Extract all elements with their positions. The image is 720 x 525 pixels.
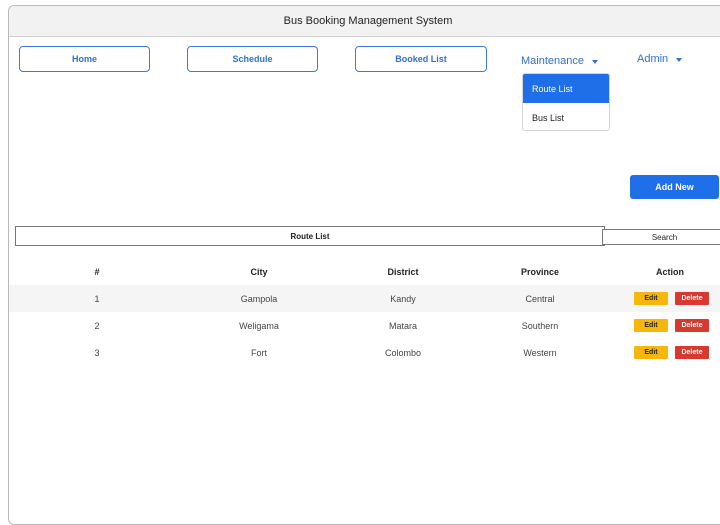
admin-menu[interactable]: Admin: [637, 53, 683, 65]
booked-list-button[interactable]: Booked List: [355, 46, 487, 72]
search-input[interactable]: Search: [602, 229, 720, 245]
row-city: Fort: [250, 347, 267, 358]
home-button[interactable]: Home: [19, 46, 150, 72]
delete-button[interactable]: Delete: [675, 292, 709, 305]
maintenance-dropdown: Route List Bus List: [522, 73, 610, 131]
table-header: # City District Province Action: [9, 260, 720, 284]
column-header-action: Action: [656, 267, 684, 277]
table-row: 3 Fort Colombo Western Edit Delete: [9, 339, 720, 366]
menu-item-bus-list[interactable]: Bus List: [523, 103, 609, 130]
window-title: Bus Booking Management System: [9, 6, 720, 37]
delete-button[interactable]: Delete: [675, 346, 709, 359]
edit-button[interactable]: Edit: [634, 292, 668, 305]
table-row: 2 Weligama Matara Southern Edit Delete: [9, 312, 720, 339]
menu-item-route-list[interactable]: Route List: [523, 74, 609, 103]
row-province: Central: [525, 293, 555, 304]
app-window: Bus Booking Management System Home Sched…: [8, 5, 720, 525]
edit-button[interactable]: Edit: [634, 346, 668, 359]
maintenance-menu-label: Maintenance: [521, 55, 584, 67]
column-header-district: District: [387, 267, 419, 277]
column-header-number: #: [94, 267, 100, 277]
column-header-province: Province: [520, 267, 560, 277]
maintenance-menu[interactable]: Maintenance: [521, 55, 598, 67]
chevron-down-icon: [676, 57, 683, 62]
row-number: 3: [94, 347, 100, 358]
row-city: Gampola: [240, 293, 278, 304]
add-new-button[interactable]: Add New: [630, 175, 719, 199]
column-header-city: City: [250, 267, 268, 277]
row-number: 1: [94, 293, 100, 304]
admin-menu-label: Admin: [637, 53, 669, 65]
schedule-button[interactable]: Schedule: [187, 46, 318, 72]
row-district: Kandy: [390, 293, 416, 304]
row-district: Colombo: [384, 347, 422, 358]
row-district: Matara: [388, 320, 417, 331]
edit-button[interactable]: Edit: [634, 319, 668, 332]
route-list-header: Route List: [15, 226, 605, 246]
delete-button[interactable]: Delete: [675, 319, 709, 332]
table-row: 1 Gampola Kandy Central Edit Delete: [9, 285, 720, 312]
chevron-down-icon: [592, 59, 598, 64]
row-province: Western: [523, 347, 557, 358]
row-city: Weligama: [239, 320, 279, 331]
row-province: Southern: [521, 320, 559, 331]
row-number: 2: [94, 320, 100, 331]
